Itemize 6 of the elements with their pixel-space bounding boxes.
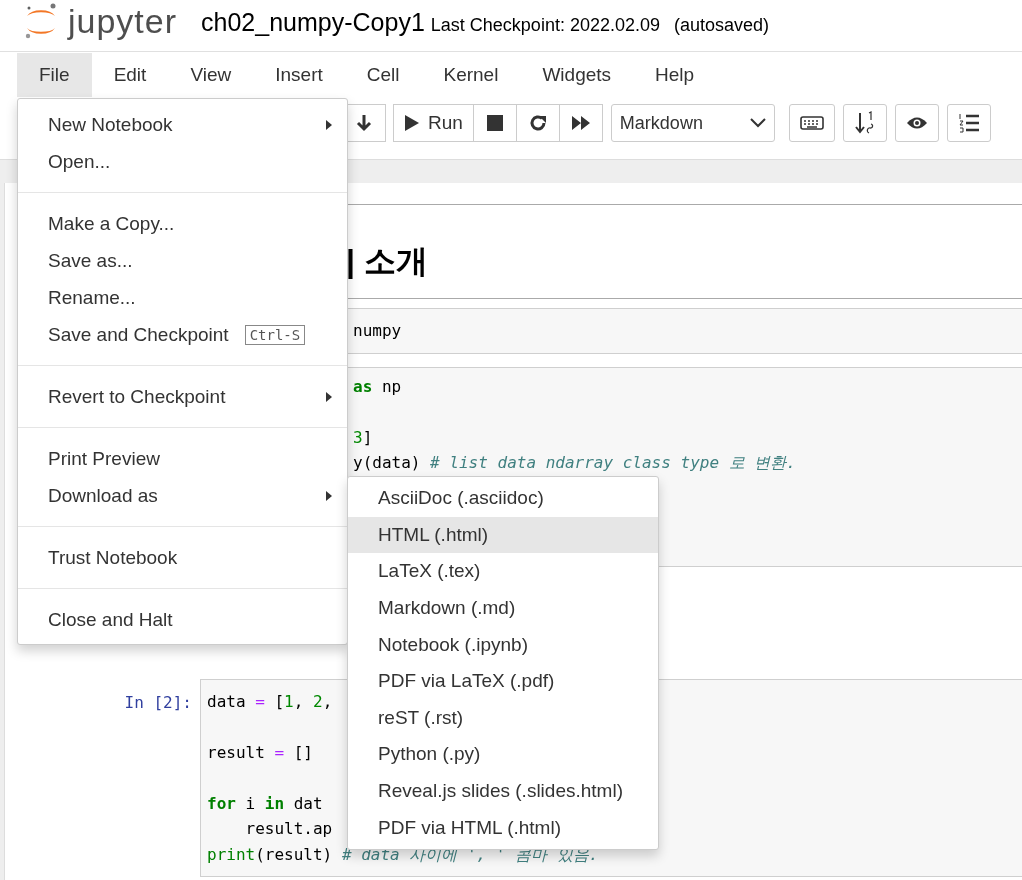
autosave-status: (autosaved) bbox=[674, 15, 770, 36]
cell-prompt: In [2]: bbox=[124, 691, 192, 714]
heading-text: | 소개 bbox=[345, 242, 429, 281]
shortcut-key: Ctrl-S bbox=[244, 324, 306, 345]
checkpoint-text: Last Checkpoint: 2022.02.09 bbox=[430, 15, 660, 36]
logo-text: jupyter bbox=[68, 4, 178, 38]
